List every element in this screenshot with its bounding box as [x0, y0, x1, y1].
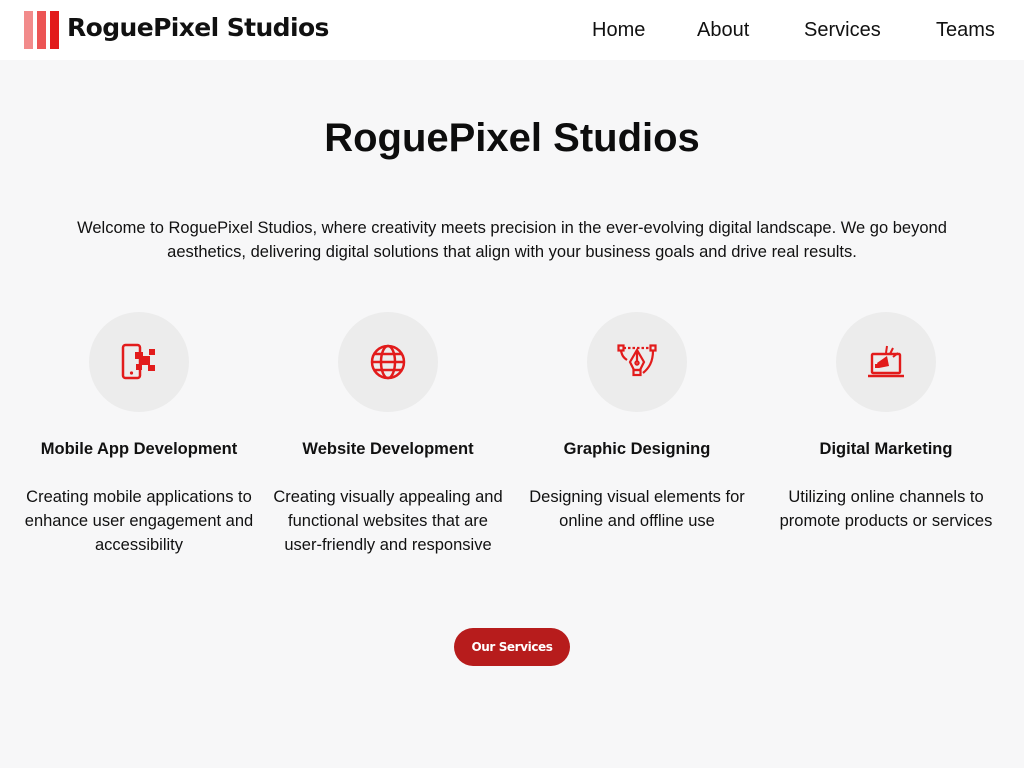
icon-circle [836, 312, 936, 412]
nav-services-link[interactable]: Services [804, 17, 881, 43]
service-description: Designing visual elements for online and… [529, 488, 745, 530]
icon-circle [89, 312, 189, 412]
service-title: Website Development [302, 440, 474, 458]
service-card-website: Website Development Creating visually ap… [264, 312, 512, 557]
globe-icon [370, 344, 406, 380]
service-title: Graphic Designing [563, 440, 711, 458]
top-navbar: RoguePixel Studios Home About Services T… [0, 0, 1024, 60]
nav-home-link[interactable]: Home [592, 17, 645, 43]
brand-logo-icon[interactable] [24, 11, 60, 49]
icon-circle [587, 312, 687, 412]
nav-about-link[interactable]: About [697, 17, 749, 43]
brand-name[interactable]: RoguePixel Studios [67, 11, 329, 45]
intro-paragraph: Welcome to RoguePixel Studios, where cre… [77, 219, 947, 261]
our-services-button[interactable]: Our Services [454, 628, 570, 666]
icon-circle [338, 312, 438, 412]
megaphone-laptop-icon [868, 345, 904, 378]
service-description: Creating visually appealing and function… [273, 488, 503, 554]
pen-tool-icon [617, 344, 657, 377]
service-description: Utilizing online channels to promote pro… [779, 488, 993, 530]
page-title: RoguePixel Studios [324, 116, 700, 160]
nav-teams-link[interactable]: Teams [936, 17, 995, 43]
service-card-graphic: Graphic Designing Designing visual eleme… [513, 312, 761, 533]
service-card-digital-marketing: Digital Marketing Utilizing online chann… [762, 312, 1010, 533]
service-title: Digital Marketing [819, 440, 953, 458]
mobile-app-icon [121, 343, 155, 380]
service-description: Creating mobile applications to enhance … [24, 488, 254, 554]
service-title: Mobile App Development [40, 440, 238, 458]
service-card-mobile-app: Mobile App Development Creating mobile a… [15, 312, 263, 557]
